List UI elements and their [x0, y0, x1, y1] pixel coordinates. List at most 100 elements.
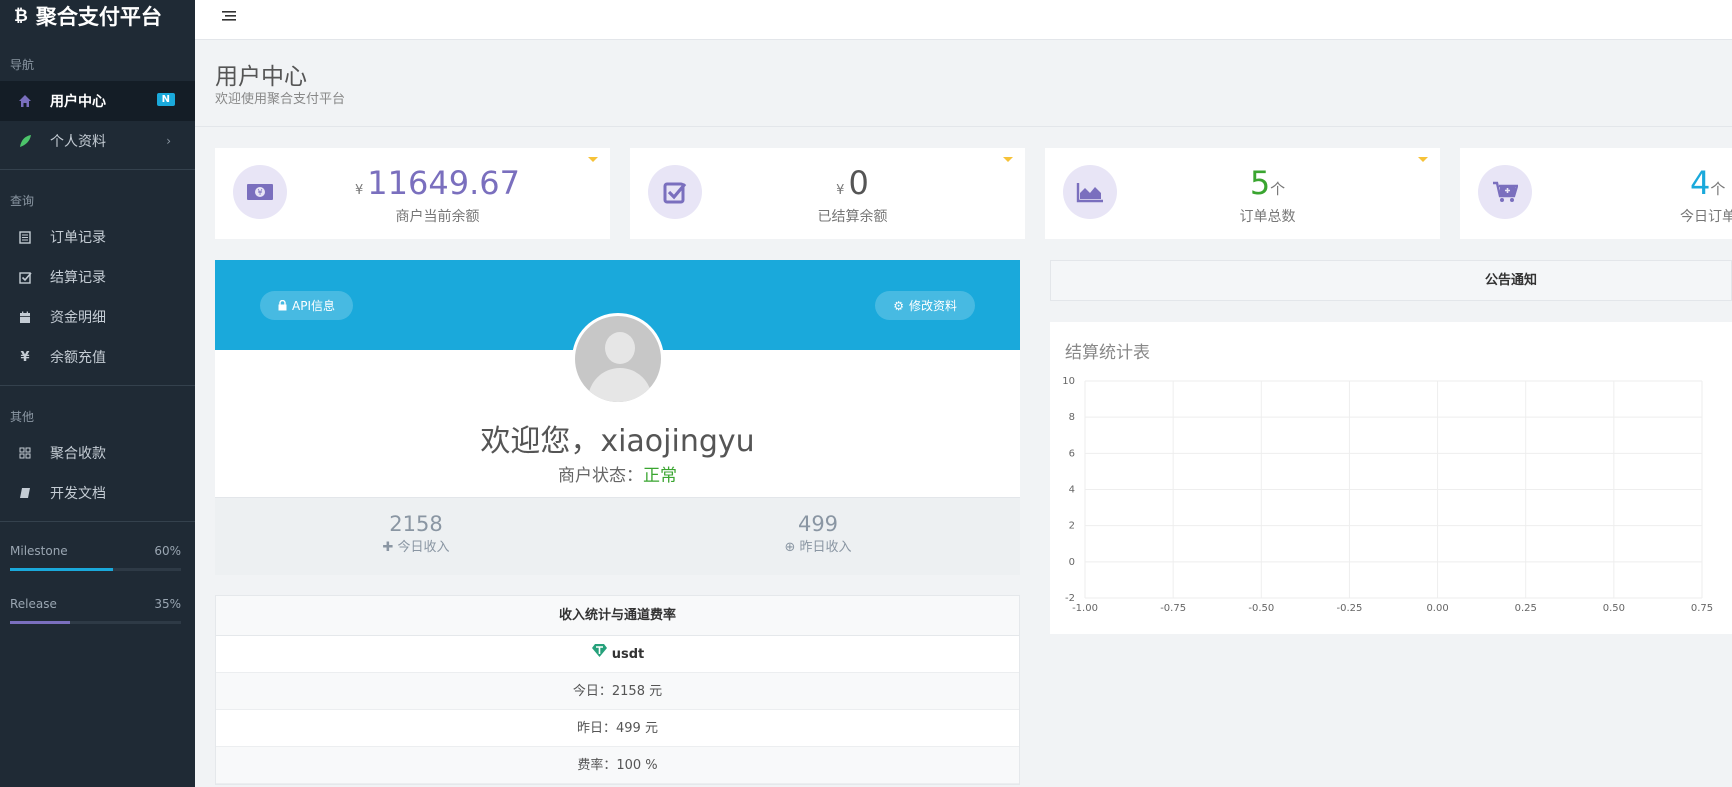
progress-label: Milestone — [10, 544, 68, 558]
y-tick-label: 0 — [1069, 557, 1075, 568]
stat-value: ¥11649.67 — [215, 164, 610, 202]
stat-label: 已结算余额 — [817, 209, 888, 225]
sidebar-item-user-center[interactable]: 用户中心 N — [0, 81, 195, 121]
menu-toggle-icon[interactable] — [222, 7, 236, 26]
progress-release: Release 35% — [0, 597, 195, 624]
stat-card-today-orders: 4个 今日订单 — [1460, 148, 1732, 239]
section-title-query: 查询 — [10, 194, 35, 208]
usdt-icon — [591, 636, 608, 673]
stat-card-orders: 5个 订单总数 — [1045, 148, 1440, 239]
x-tick-label: -1.00 — [1072, 603, 1098, 614]
caret-down-icon[interactable] — [588, 157, 598, 162]
stat-card-settled: ¥0 已结算余额 — [630, 148, 1025, 239]
x-tick-label: 0.25 — [1515, 603, 1537, 614]
sidebar-item-settlements[interactable]: 结算记录 — [0, 257, 195, 297]
new-badge: N — [156, 93, 175, 106]
stat-unit: 个 — [1710, 180, 1726, 198]
yesterday-income-label: 昨日收入 — [799, 540, 852, 555]
stat-value: 4个 — [1690, 164, 1732, 202]
sidebar-item-label: 订单记录 — [50, 230, 106, 246]
x-tick-label: 0.00 — [1426, 603, 1448, 614]
topbar — [195, 0, 1732, 40]
merchant-status: 商户状态：正常 — [215, 461, 1020, 486]
edit-profile-label: 修改资料 — [908, 299, 957, 313]
today-income: 2158 ✚ 今日收入 — [215, 512, 617, 555]
sidebar-item-label: 余额充值 — [50, 350, 106, 366]
brand[interactable]: ₿ 聚合支付平台 — [0, 0, 195, 32]
stat-value: ¥0 — [630, 164, 1025, 202]
leaf-icon — [18, 134, 32, 148]
profile-card: API信息 ⚙ 修改资料 欢迎您，xiaojingyu 商户状态：正常 2158… — [215, 260, 1020, 575]
table-row-yesterday: 昨日：499 元 — [216, 710, 1019, 747]
table-row-channel: usdt — [216, 636, 1019, 673]
welcome-prefix: 欢迎您， — [480, 424, 601, 459]
avatar[interactable] — [572, 313, 664, 405]
welcome-text: 欢迎您，xiaojingyu — [215, 416, 1020, 460]
x-tick-label: -0.50 — [1248, 603, 1274, 614]
lock-icon — [278, 300, 287, 311]
sidebar-item-docs[interactable]: 开发文档 — [0, 473, 195, 513]
currency-symbol: ¥ — [836, 183, 845, 198]
stat-value: 5个 — [1045, 164, 1440, 202]
progress-value: 35% — [154, 597, 181, 611]
yesterday-income-value: 499 — [797, 512, 839, 536]
table-title: 收入统计与通道费率 — [216, 596, 1019, 636]
today-income-value: 2158 — [389, 512, 443, 536]
income-rate-table: 收入统计与通道费率 usdt 今日：2158 元 昨日：499 元 费率：100… — [215, 595, 1020, 785]
currency-symbol: ¥ — [355, 183, 364, 198]
y-tick-label: 4 — [1069, 485, 1075, 496]
api-info-label: API信息 — [292, 299, 335, 313]
sidebar-item-recharge[interactable]: ¥ 余额充值 — [0, 337, 195, 377]
cart-icon — [1478, 165, 1532, 219]
progress-track — [10, 621, 181, 624]
edit-profile-button[interactable]: ⚙ 修改资料 — [875, 291, 975, 320]
gear-icon: ⚙ — [893, 298, 904, 313]
section-title-nav: 导航 — [10, 58, 35, 72]
x-tick-label: -0.25 — [1336, 603, 1362, 614]
stat-label: 商户当前余额 — [395, 209, 480, 225]
api-info-button[interactable]: API信息 — [260, 291, 353, 320]
sidebar-item-funds[interactable]: 资金明细 — [0, 297, 195, 337]
stat-number: 11649.67 — [367, 164, 520, 202]
home-icon — [18, 94, 32, 108]
brand-title: 聚合支付平台 — [35, 5, 162, 29]
y-tick-label: 2 — [1069, 521, 1075, 532]
plus-icon: ✚ — [382, 540, 394, 555]
sidebar-item-profile[interactable]: 个人资料 › — [0, 121, 195, 161]
progress-track — [10, 568, 181, 571]
table-row-rate: 费率：100 % — [216, 747, 1019, 784]
progress-label: Release — [10, 597, 57, 611]
stat-label: 今日订单 — [1680, 209, 1732, 225]
caret-down-icon[interactable] — [1003, 157, 1013, 162]
y-tick-label: 8 — [1069, 412, 1075, 423]
caret-down-icon[interactable] — [1418, 157, 1428, 162]
stat-unit: 个 — [1270, 180, 1286, 198]
sidebar-item-label: 用户中心 — [50, 94, 106, 110]
stat-number: 5 — [1249, 164, 1271, 202]
stat-number: 0 — [848, 164, 869, 202]
sidebar-item-label: 开发文档 — [50, 486, 106, 502]
stat-card-balance: ¥ ¥11649.67 商户当前余额 — [215, 148, 610, 239]
sidebar: ₿ 聚合支付平台 导航 用户中心 N 个人资料 › 查询 订单记录 结算记录 资… — [0, 0, 195, 787]
section-title-other: 其他 — [10, 410, 35, 424]
page-subtitle: 欢迎使用聚合支付平台 — [215, 92, 346, 107]
sidebar-item-orders[interactable]: 订单记录 — [0, 217, 195, 257]
plus-circle-icon: ⊕ — [784, 540, 796, 555]
sidebar-item-aggregate-payment[interactable]: 聚合收款 — [0, 433, 195, 473]
sidebar-item-label: 聚合收款 — [50, 446, 106, 462]
yen-icon: ¥ — [20, 349, 30, 365]
status-value: 正常 — [643, 466, 677, 486]
notice-panel[interactable]: 公告通知 — [1050, 260, 1732, 301]
notice-title: 公告通知 — [1484, 273, 1537, 288]
x-tick-label: -0.75 — [1160, 603, 1186, 614]
progress-fill — [10, 568, 113, 571]
divider — [0, 521, 195, 522]
channel-name: usdt — [611, 647, 645, 662]
username: xiaojingyu — [600, 424, 755, 459]
stat-label: 订单总数 — [1239, 209, 1296, 225]
calendar-icon — [18, 310, 32, 324]
page-title: 用户中心 — [215, 64, 307, 90]
progress-value: 60% — [154, 544, 181, 558]
chevron-right-icon: › — [166, 134, 171, 148]
settlement-chart: 1086420-2-1.00 -0.75 -0.50 -0.25 0.00 0.25 0.5… — [1062, 376, 1713, 614]
